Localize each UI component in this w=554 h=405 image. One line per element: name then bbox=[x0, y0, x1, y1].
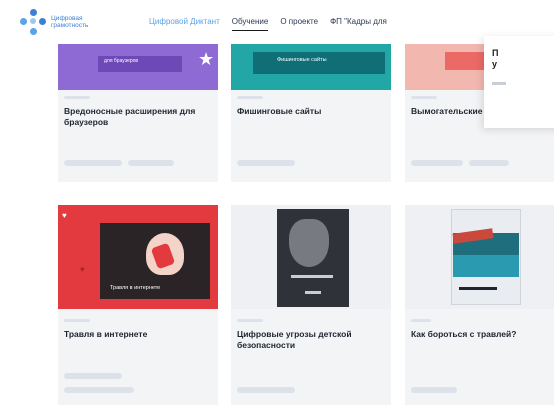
card-tag-pill bbox=[411, 160, 463, 166]
card-tag-pill bbox=[64, 373, 122, 379]
card-image-caption: Травля в интернете bbox=[110, 285, 161, 291]
main-nav: Цифровой Диктант Обучение О проекте ФП "… bbox=[149, 17, 399, 31]
card-tag-pill bbox=[237, 387, 295, 393]
heart-icon: ♥ bbox=[62, 211, 67, 220]
course-card[interactable]: Фишинговые сайты Фишинговые сайты bbox=[231, 44, 391, 182]
course-card[interactable]: Цифровые угрозы детской безопасности bbox=[231, 205, 391, 405]
card-tag-pill bbox=[411, 387, 457, 393]
logo-text: Цифровая грамотность bbox=[51, 15, 88, 29]
card-tag-pill bbox=[128, 160, 174, 166]
nav-item-about[interactable]: О проекте bbox=[280, 17, 318, 26]
card-title: Как бороться с травлей? bbox=[411, 329, 517, 339]
card-image: Травля в интернете ♥ ♥ bbox=[58, 205, 218, 309]
card-tag-line bbox=[237, 319, 385, 325]
popup-divider bbox=[492, 82, 506, 85]
card-title: Цифровые угрозы детской безопасности bbox=[237, 329, 352, 350]
nav-item-education[interactable]: Обучение bbox=[231, 17, 268, 31]
top-header: Цифровая грамотность Цифровой Диктант Об… bbox=[0, 0, 554, 44]
card-image: Фишинговые сайты bbox=[231, 44, 391, 90]
course-card[interactable]: для браузеров ★ Вредоносные расширения д… bbox=[58, 44, 218, 182]
card-title: Вредоносные расширения для браузеров bbox=[64, 106, 196, 127]
page: Цифровая грамотность Цифровой Диктант Об… bbox=[0, 0, 554, 405]
logo-line-2: грамотность bbox=[51, 22, 89, 29]
card-tag-line bbox=[237, 96, 385, 102]
heart-icon: ♥ bbox=[80, 265, 85, 274]
logo-line-1: Цифровая bbox=[51, 15, 83, 22]
dropdown-popup[interactable]: П у bbox=[484, 36, 554, 128]
card-image-caption: для браузеров bbox=[104, 58, 139, 64]
card-tag-pill bbox=[469, 160, 509, 166]
logo-icon bbox=[20, 9, 46, 35]
card-tag-pill bbox=[237, 160, 295, 166]
course-card[interactable]: Как бороться с травлей? bbox=[405, 205, 554, 405]
card-title: Травля в интернете bbox=[64, 329, 148, 339]
nav-item-personnel[interactable]: ФП "Кадры для bbox=[330, 17, 387, 26]
card-image bbox=[231, 205, 391, 309]
card-title: Фишинговые сайты bbox=[237, 106, 322, 116]
card-tag-line bbox=[411, 319, 549, 325]
popup-line-2: у bbox=[492, 59, 498, 69]
site-logo[interactable]: Цифровая грамотность bbox=[20, 9, 88, 35]
popup-line-1: П bbox=[492, 48, 499, 58]
card-tag-line bbox=[64, 96, 212, 102]
card-tag-pill bbox=[64, 160, 122, 166]
course-card[interactable]: Травля в интернете ♥ ♥ Травля в интернет… bbox=[58, 205, 218, 405]
star-icon: ★ bbox=[198, 49, 215, 69]
card-image: для браузеров ★ bbox=[58, 44, 218, 90]
nav-item-digital-dictation[interactable]: Цифровой Диктант bbox=[149, 17, 220, 26]
card-tag-pill bbox=[64, 387, 134, 393]
card-image-caption: Фишинговые сайты bbox=[277, 57, 327, 63]
card-image bbox=[405, 205, 554, 309]
card-tag-line bbox=[64, 319, 212, 325]
